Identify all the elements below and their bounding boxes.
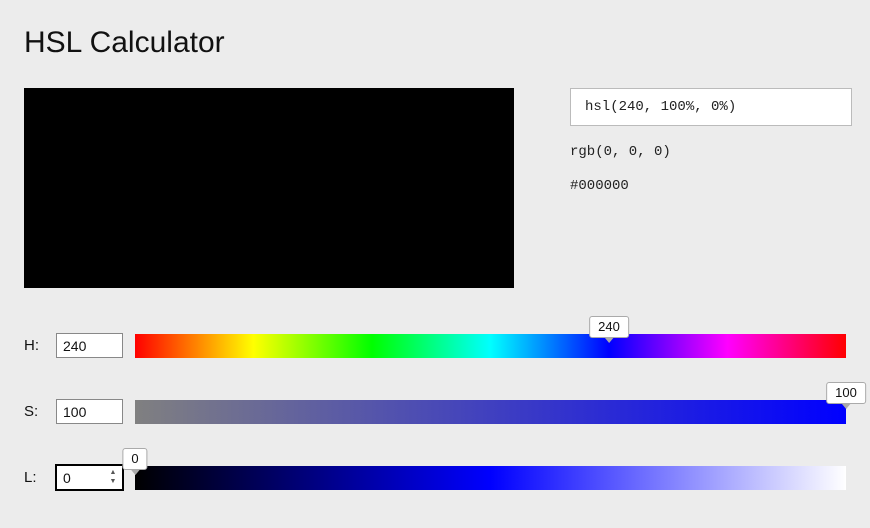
- color-swatch: [24, 88, 514, 288]
- saturation-row: S: 100 100: [24, 386, 846, 424]
- page-title: HSL Calculator: [24, 26, 846, 60]
- chevron-down-icon: [604, 337, 614, 343]
- chevron-down-icon: [841, 403, 851, 409]
- sliders: H: 240 240 S: 100 100 L: 0: [24, 320, 846, 490]
- caret-down-icon[interactable]: ▼: [108, 478, 118, 487]
- rgb-output: rgb(0, 0, 0): [570, 144, 852, 160]
- hue-input-value: 240: [63, 338, 86, 354]
- saturation-thumb[interactable]: 100: [826, 382, 866, 409]
- lightness-thumb-value: 0: [122, 448, 147, 470]
- preview-row: hsl(240, 100%, 0%) rgb(0, 0, 0) #000000: [24, 88, 846, 288]
- chevron-down-icon: [130, 469, 140, 475]
- saturation-input-value: 100: [63, 404, 86, 420]
- lightness-track: [135, 466, 846, 490]
- saturation-slider[interactable]: 100: [135, 386, 846, 424]
- saturation-input[interactable]: 100: [56, 399, 123, 424]
- lightness-input[interactable]: 0 ▲ ▼: [56, 465, 123, 490]
- hue-slider[interactable]: 240: [135, 320, 846, 358]
- saturation-label: S:: [24, 403, 44, 424]
- lightness-row: L: 0 ▲ ▼ 0: [24, 452, 846, 490]
- output-panel: hsl(240, 100%, 0%) rgb(0, 0, 0) #000000: [570, 88, 852, 288]
- lightness-input-value: 0: [63, 470, 71, 486]
- hue-thumb[interactable]: 240: [589, 316, 629, 343]
- hex-output: #000000: [570, 178, 852, 194]
- hue-track: [135, 334, 846, 358]
- saturation-track: [135, 400, 846, 424]
- hue-label: H:: [24, 337, 44, 358]
- saturation-thumb-value: 100: [826, 382, 866, 404]
- hue-input[interactable]: 240: [56, 333, 123, 358]
- hue-thumb-value: 240: [589, 316, 629, 338]
- lightness-thumb[interactable]: 0: [122, 448, 147, 475]
- hue-row: H: 240 240: [24, 320, 846, 358]
- hsl-output[interactable]: hsl(240, 100%, 0%): [570, 88, 852, 126]
- spinner-icon[interactable]: ▲ ▼: [108, 469, 118, 487]
- lightness-label: L:: [24, 469, 44, 490]
- caret-up-icon[interactable]: ▲: [108, 469, 118, 478]
- lightness-slider[interactable]: 0: [135, 452, 846, 490]
